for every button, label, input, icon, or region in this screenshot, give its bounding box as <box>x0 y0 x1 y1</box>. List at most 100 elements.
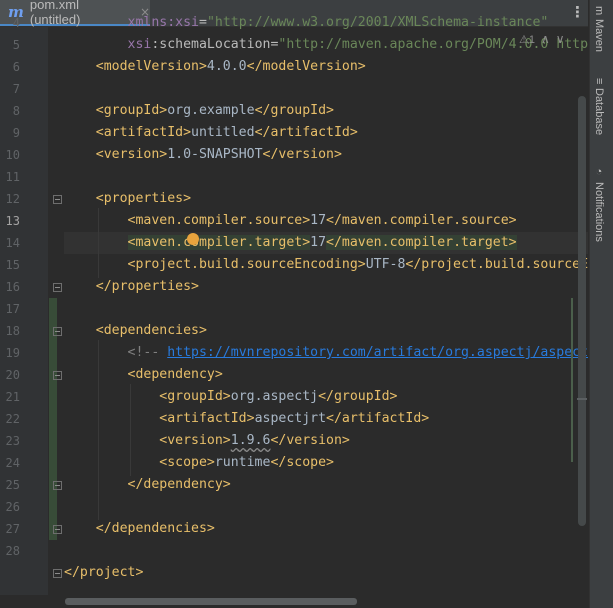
code-token: </scope> <box>270 455 334 470</box>
code-token: </modelVersion> <box>246 59 366 74</box>
intention-bulb-icon[interactable] <box>187 233 199 245</box>
code-line: <project.build.sourceEncoding>UTF-8</pro… <box>64 254 588 276</box>
code-line: <artifactId>untitled</artifactId> <box>64 122 358 144</box>
code-line: <groupId>org.example</groupId> <box>64 100 334 122</box>
fold-icon[interactable] <box>53 525 62 534</box>
code-token: </dependency> <box>127 477 231 492</box>
code-token: 1.9.6 <box>230 433 271 448</box>
code-token: <dependencies> <box>95 323 207 338</box>
line-number: 16 <box>5 280 20 294</box>
next-highlight-icon[interactable]: ∨ <box>556 32 565 46</box>
code-line: <!-- https://mvnrepository.com/artifact/… <box>64 342 588 364</box>
code-token: aspectjrt <box>254 411 327 426</box>
code-token: <!-- <box>127 345 168 360</box>
line-number: 15 <box>5 258 20 272</box>
fold-icon[interactable] <box>53 371 62 380</box>
scrollbar-marker <box>577 398 587 400</box>
line-number: 12 <box>5 192 20 206</box>
code-line: <dependency> <box>64 364 223 386</box>
fold-icon[interactable] <box>53 283 62 292</box>
code-line: xsi:schemaLocation="http://maven.apache.… <box>64 34 588 56</box>
line-number: 26 <box>5 500 20 514</box>
code-line: </dependencies> <box>64 518 215 540</box>
line-number: 24 <box>5 456 20 470</box>
code-token: <version> <box>95 147 168 162</box>
maven-tool-button[interactable]: m Maven <box>593 6 605 52</box>
code-token: <scope> <box>159 455 215 470</box>
fold-icon[interactable] <box>53 569 62 578</box>
line-number: 18 <box>5 324 20 338</box>
code-token: <properties> <box>95 191 192 206</box>
fold-icon[interactable] <box>53 195 62 204</box>
code-token: <project.build.sourceEncoding> <box>127 257 366 272</box>
line-number: 5 <box>12 38 20 52</box>
line-number: 19 <box>5 346 20 360</box>
maven-label: Maven <box>593 19 605 53</box>
code-line: </dependency> <box>64 474 231 496</box>
code-token: "http://www.w3.org/2001/XMLSchema-instan… <box>206 15 549 30</box>
fold-icon[interactable] <box>53 327 62 336</box>
horizontal-scrollbar[interactable] <box>65 598 357 605</box>
line-number: 23 <box>5 434 20 448</box>
code-token: </version> <box>270 433 350 448</box>
inspection-widget[interactable]: ⚠1 ∧ ∨ <box>519 32 565 46</box>
line-number: 9 <box>12 126 20 140</box>
code-token: </maven.compiler.source> <box>326 213 517 228</box>
code-token: </project.build.sourceEncoding> <box>405 257 588 272</box>
code-line: <modelVersion>4.0.0</modelVersion> <box>64 56 366 78</box>
code-line: <dependencies> <box>64 320 207 342</box>
code-token: 1.0-SNAPSHOT <box>167 147 263 162</box>
code-token: </groupId> <box>254 103 334 118</box>
code-token: <groupId> <box>95 103 168 118</box>
notifications-tool-button[interactable]: ◔ Notifications <box>593 166 605 242</box>
line-number: 27 <box>5 522 20 536</box>
previous-highlight-icon[interactable]: ∧ <box>541 32 550 46</box>
code-token: UTF-8 <box>365 257 406 272</box>
line-number: 11 <box>5 170 20 184</box>
code-editor[interactable]: xmlns:xsi="http://www.w3.org/2001/XMLSch… <box>64 0 588 595</box>
notifications-label: Notifications <box>593 182 605 242</box>
code-line: <artifactId>aspectjrt</artifactId> <box>64 408 429 430</box>
line-number: 10 <box>5 148 20 162</box>
code-token: </dependencies> <box>95 521 215 536</box>
vertical-scrollbar[interactable] <box>578 96 586 526</box>
line-number: 13 <box>5 214 20 228</box>
line-number-gutter[interactable]: 4 5 6 7 8 9 10 11 12 13 14 15 16 17 18 19 20 21 22 23 24 25 26… <box>0 16 48 595</box>
code-line: </project> <box>64 562 143 584</box>
code-token: xmlns:xsi <box>127 15 199 30</box>
code-token: </artifactId> <box>326 411 430 426</box>
database-tool-button[interactable]: ≡ Database <box>593 78 605 136</box>
warning-count: 1 <box>528 33 535 46</box>
code-token: 4.0.0 <box>206 59 247 74</box>
warning-icon: ⚠1 <box>519 33 535 46</box>
code-token: <dependency> <box>127 367 223 382</box>
change-marker-right <box>571 298 573 462</box>
line-number: 20 <box>5 368 20 382</box>
line-number: 4 <box>12 16 20 30</box>
code-token: <artifactId> <box>159 411 255 426</box>
code-token: <maven.compiler.source> <box>127 213 311 228</box>
code-token: org.example <box>167 103 255 118</box>
line-number: 7 <box>12 82 20 96</box>
code-token: <modelVersion> <box>95 59 207 74</box>
code-token: <groupId> <box>159 389 231 404</box>
fold-icon[interactable] <box>53 481 62 490</box>
code-token: </artifactId> <box>254 125 358 140</box>
code-token: </properties> <box>95 279 199 294</box>
